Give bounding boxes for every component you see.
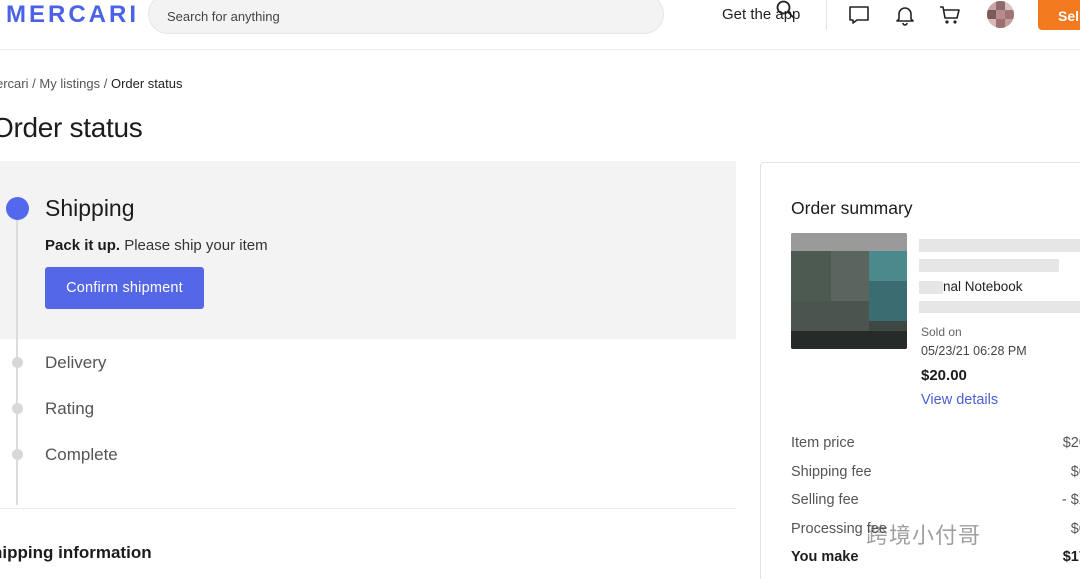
step-dot-active — [6, 197, 29, 220]
step-dot-rating — [12, 403, 23, 414]
avatar[interactable] — [987, 1, 1014, 28]
selling-fee-label: Selling fee — [791, 492, 859, 508]
selling-fee-value: - $2.0 — [1061, 492, 1080, 508]
view-details-link[interactable]: View details — [921, 392, 998, 408]
confirm-shipment-button[interactable]: Confirm shipment — [45, 267, 204, 309]
shipping-fee-label: Shipping fee — [791, 464, 872, 480]
shipping-fee-value: $0.0 — [1070, 464, 1080, 480]
step-description-bold: Pack it up. — [45, 237, 121, 254]
cart-icon[interactable] — [939, 4, 961, 26]
step-title-shipping: Shipping — [45, 195, 135, 221]
breadcrumb-separator: / — [32, 76, 36, 91]
breadcrumb-my-listings[interactable]: My listings — [39, 76, 100, 91]
search-input[interactable] — [167, 7, 607, 25]
step-title-complete: Complete — [45, 445, 118, 464]
item-title-blurred[interactable]: nal Notebook — [919, 233, 1080, 313]
top-header: MERCARI Get the app Sell — [0, 0, 1080, 50]
item-price-value: $20.0 — [1062, 435, 1080, 451]
order-summary-title: Order summary — [791, 198, 913, 218]
shipping-information-heading: hipping information — [0, 543, 152, 562]
step-dot-delivery — [12, 357, 23, 368]
header-divider — [826, 0, 827, 30]
mercari-logo[interactable]: MERCARI — [6, 1, 139, 29]
sold-date: 05/23/21 06:28 PM — [921, 344, 1027, 358]
breadcrumb-home[interactable]: ercari — [0, 76, 29, 91]
search-bar[interactable] — [148, 0, 794, 34]
step-title-delivery: Delivery — [45, 353, 107, 372]
step-description: Pack it up. Please ship your item — [45, 237, 268, 254]
watermark: 跨境小付哥 — [866, 523, 982, 548]
you-make-label: You make — [791, 549, 859, 565]
get-the-app-link[interactable]: Get the app — [722, 6, 800, 23]
page-title: Order status — [0, 112, 143, 143]
section-divider — [0, 508, 736, 509]
breadcrumb-separator: / — [103, 76, 108, 91]
message-icon[interactable] — [848, 4, 870, 26]
you-make-value: $17.1 — [1062, 549, 1080, 565]
item-thumbnail[interactable] — [791, 233, 907, 349]
sell-button[interactable]: Sell — [1038, 0, 1080, 30]
breadcrumb: ercari / My listings / Order status — [0, 76, 182, 91]
order-summary-card: Order summary nal Notebook Sold on 05/23… — [760, 162, 1080, 579]
breadcrumb-current: Order status — [110, 76, 183, 91]
item-title[interactable]: nal Notebook — [943, 279, 1023, 294]
sold-on-label: Sold on — [921, 325, 962, 339]
order-status-steps: Shipping Pack it up. Please ship your it… — [0, 161, 736, 505]
item-price-label: Item price — [791, 435, 855, 451]
step-description-text: Please ship your item — [120, 237, 268, 254]
step-dot-complete — [12, 449, 23, 460]
processing-fee-value: $0.8 — [1070, 521, 1080, 537]
step-title-rating: Rating — [45, 399, 95, 418]
bell-icon[interactable] — [894, 4, 916, 26]
sold-price: $20.00 — [921, 367, 967, 384]
